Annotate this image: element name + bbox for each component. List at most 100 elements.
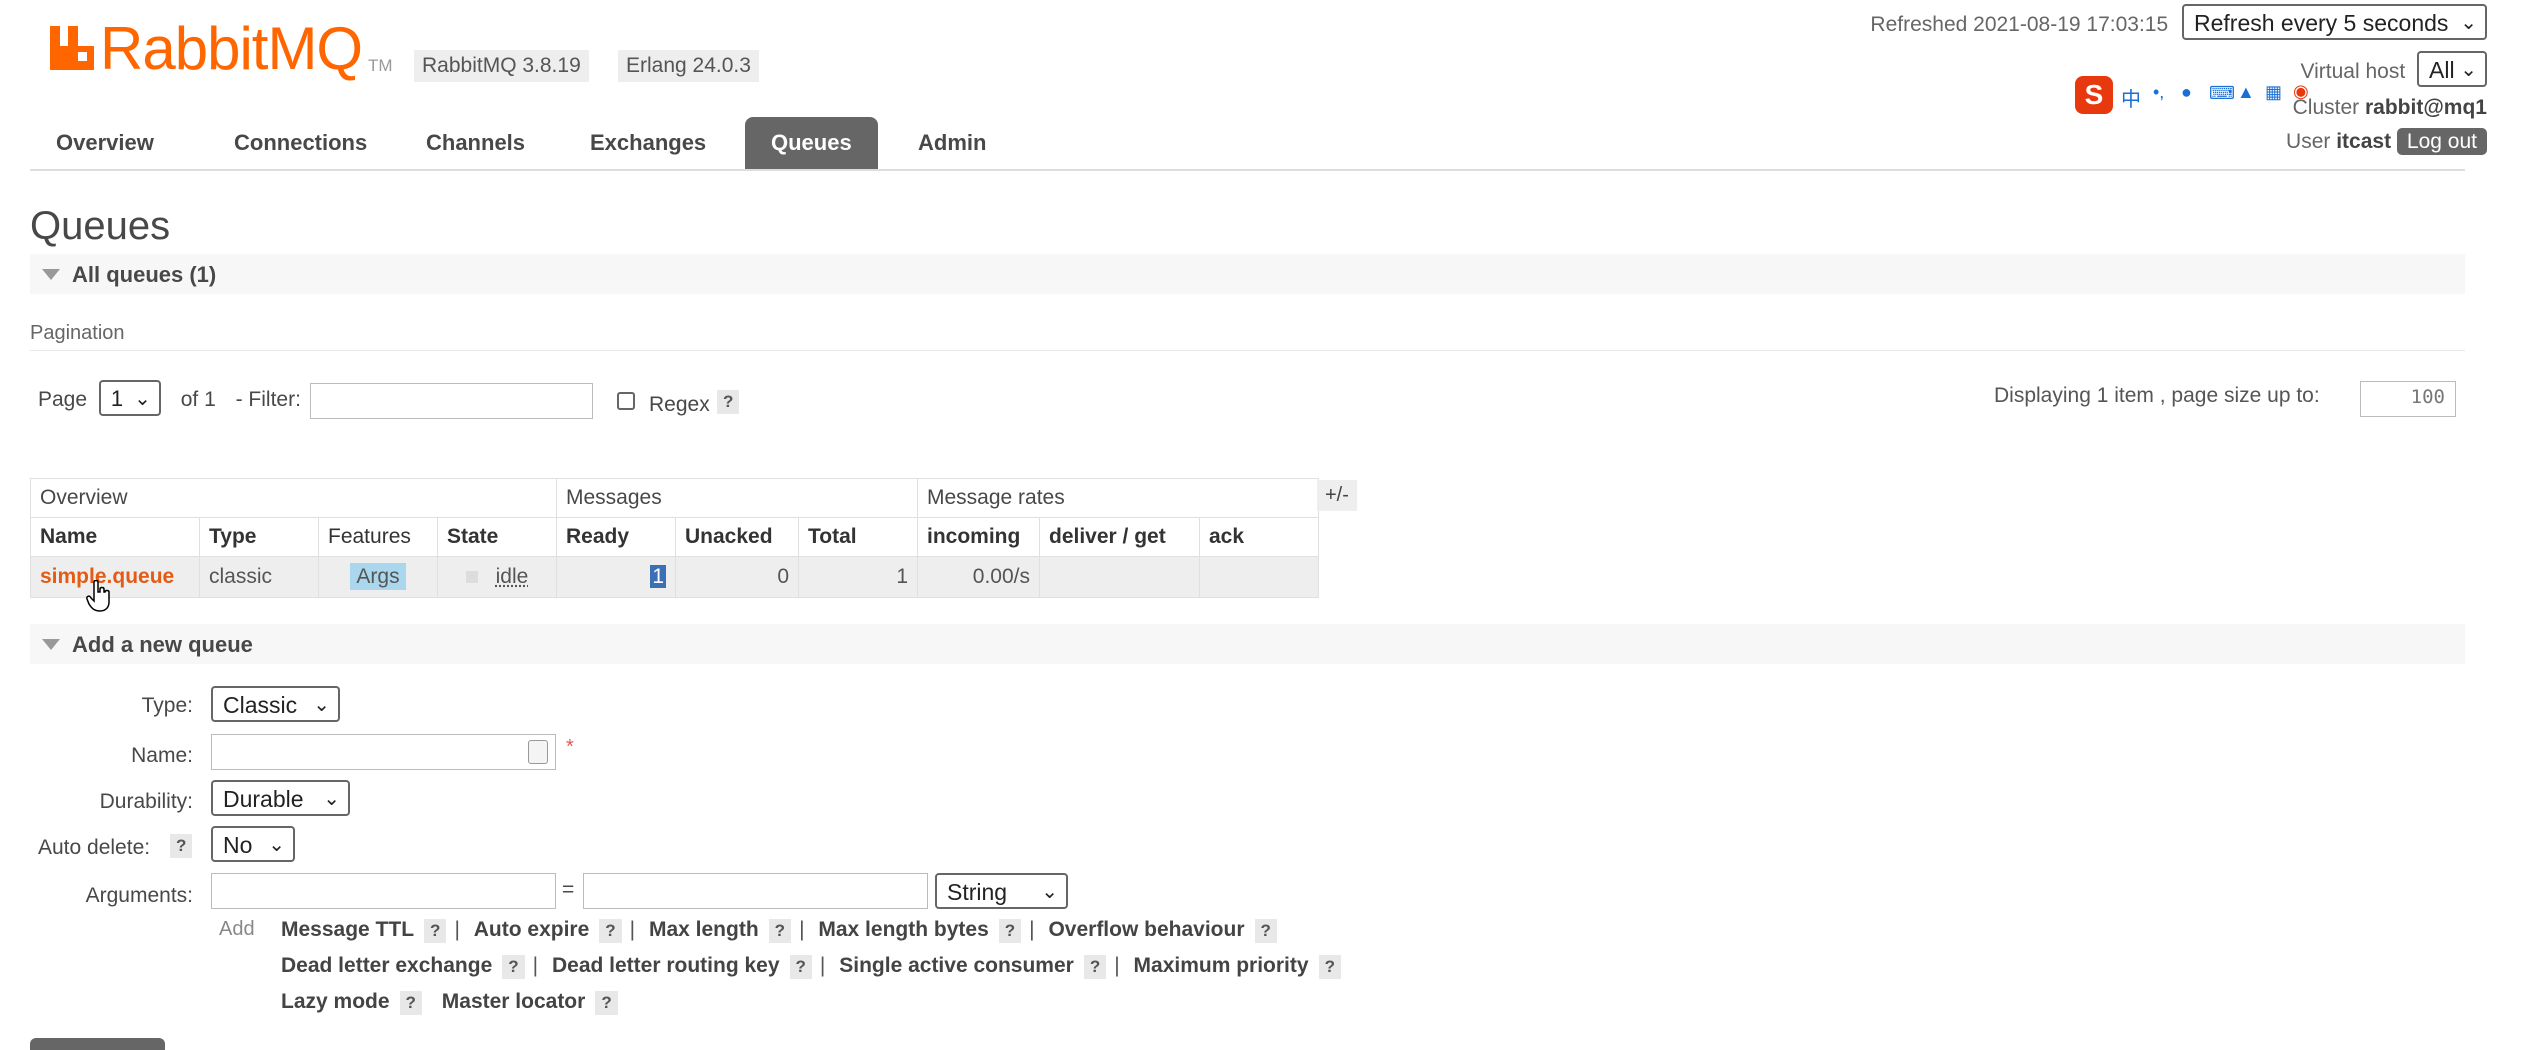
queue-name-cell: simple.queue [30,556,200,598]
column-header-type[interactable]: Type [199,517,319,557]
group-header-messages: Messages [556,478,918,518]
help-icon[interactable]: ? [595,991,618,1015]
help-icon[interactable]: ? [424,919,447,943]
cluster-name: rabbit@mq1 [2365,96,2487,119]
help-icon[interactable]: ? [1083,955,1107,979]
queue-type-cell: classic [199,556,319,598]
filter-label: - Filter: [235,388,301,411]
tab-admin[interactable]: Admin [892,117,1012,169]
refresh-interval-select[interactable]: Refresh every 5 seconds ⌄ [2182,4,2487,40]
chevron-down-icon: ⌄ [323,788,340,810]
queues-table: Overview Messages Message rates Name Typ… [30,478,1319,598]
queue-name-input[interactable] [211,734,556,770]
unacked-cell: 0 [675,556,799,598]
ready-value: 1 [650,565,666,588]
keyboard-icon[interactable]: ⌨ [2209,83,2235,104]
queue-state: idle [495,565,529,588]
auto-delete-help-icon[interactable]: ? [170,834,193,858]
group-header-message-rates: Message rates [917,478,1319,518]
arg-auto-expire-link[interactable]: Auto expire [474,918,590,941]
chevron-down-icon: ⌄ [134,388,151,410]
chevron-down-icon: ⌄ [313,694,330,716]
ack-cell [1199,556,1319,598]
tab-connections[interactable]: Connections [208,117,393,169]
queue-state-cell: idle [437,556,557,598]
auto-delete-select[interactable]: No ⌄ [211,826,295,862]
incoming-cell: 0.00/s [917,556,1040,598]
name-label: Name: [131,744,193,767]
add-queue-button[interactable] [30,1038,165,1050]
sogou-icon[interactable]: S [2075,76,2113,114]
column-header-features[interactable]: Features [318,517,438,557]
ime-toolbar[interactable]: S 中 •, ● ⌨ ▲ ▦ ◉ [2075,76,2325,114]
argument-type-select[interactable]: String ⌄ [935,873,1068,909]
table-row: simple.queue classic Args idle 1 0 1 0.0… [30,556,1319,598]
total-cell: 1 [798,556,918,598]
args-badge: Args [350,563,406,590]
arg-dead-letter-routing-key-link[interactable]: Dead letter routing key [552,954,780,977]
game-icon[interactable]: ◉ [2293,81,2309,102]
password-manager-icon[interactable] [528,740,548,764]
tab-exchanges[interactable]: Exchanges [564,117,732,169]
arg-overflow-behaviour-link[interactable]: Overflow behaviour [1048,918,1244,941]
help-icon[interactable]: ? [1254,919,1277,943]
queue-type-select[interactable]: Classic ⌄ [211,686,340,722]
punctuation-icon[interactable]: •, [2153,82,2164,103]
regex-help-icon[interactable]: ? [717,390,740,414]
durability-select[interactable]: Durable ⌄ [211,780,350,816]
state-indicator-icon [465,571,478,584]
skin-icon[interactable]: ▲ [2237,82,2255,103]
page-label: Page [38,388,88,411]
tab-channels[interactable]: Channels [400,117,551,169]
argument-shortcuts-line-1: Message TTL? | Auto expire? | Max length? |… [281,918,1277,943]
column-header-name[interactable]: Name [30,517,200,557]
help-icon[interactable]: ? [768,919,792,943]
argument-shortcuts-line-2: Dead letter exchange? | Dead letter routi… [281,954,1341,979]
column-header-total[interactable]: Total [798,517,918,557]
columns-toggle-button[interactable]: +/- [1317,480,1357,511]
deliver-get-cell [1039,556,1200,598]
arg-lazy-mode-link[interactable]: Lazy mode [281,990,390,1013]
help-icon[interactable]: ? [1318,955,1341,979]
arg-max-length-link[interactable]: Max length [649,918,759,941]
column-header-deliver-get[interactable]: deliver / get [1039,517,1200,557]
column-header-incoming[interactable]: incoming [917,517,1040,557]
column-header-ack[interactable]: ack [1199,517,1319,557]
help-icon[interactable]: ? [599,919,622,943]
apps-icon[interactable]: ▦ [2265,82,2282,103]
chevron-down-icon: ⌄ [2460,12,2477,34]
page-of-label: of 1 [180,388,216,411]
column-header-ready[interactable]: Ready [556,517,676,557]
column-header-state[interactable]: State [437,517,557,557]
help-icon[interactable]: ? [502,955,525,979]
column-header-unacked[interactable]: Unacked [675,517,799,557]
all-queues-label: All queues (1) [72,262,217,287]
tab-overview[interactable]: Overview [30,117,180,169]
microphone-icon[interactable]: ● [2181,82,2192,103]
arg-max-length-bytes-link[interactable]: Max length bytes [818,918,988,941]
tab-queues[interactable]: Queues [745,117,878,169]
logo-text: RabbitMQ [100,15,363,82]
help-icon[interactable]: ? [399,991,422,1015]
all-queues-toggle[interactable]: All queues (1) [30,254,2465,294]
help-icon[interactable]: ? [789,955,812,979]
argument-key-input[interactable] [211,873,556,909]
equals-sign: = [562,878,575,901]
arg-single-active-consumer-link[interactable]: Single active consumer [839,954,1074,977]
required-asterisk: * [566,736,574,758]
arg-master-locator-link[interactable]: Master locator [442,990,586,1013]
ime-mode[interactable]: 中 [2121,83,2141,112]
arg-maximum-priority-link[interactable]: Maximum priority [1134,954,1309,977]
page-size-input[interactable]: 100 [2360,381,2456,417]
page-select[interactable]: 1 ⌄ [98,380,161,416]
arg-message-ttl-link[interactable]: Message TTL [281,918,414,941]
argument-value-input[interactable] [583,873,928,909]
help-icon[interactable]: ? [998,919,1022,943]
auto-delete-label: Auto delete: [38,836,151,859]
rabbitmq-logo: RabbitMQ TM [48,15,393,88]
arg-dead-letter-exchange-link[interactable]: Dead letter exchange [281,954,492,977]
add-queue-toggle[interactable]: Add a new queue [30,624,2465,664]
regex-checkbox[interactable] [617,392,635,410]
filter-input[interactable] [310,383,593,419]
vhost-select[interactable]: All ⌄ [2417,51,2487,87]
